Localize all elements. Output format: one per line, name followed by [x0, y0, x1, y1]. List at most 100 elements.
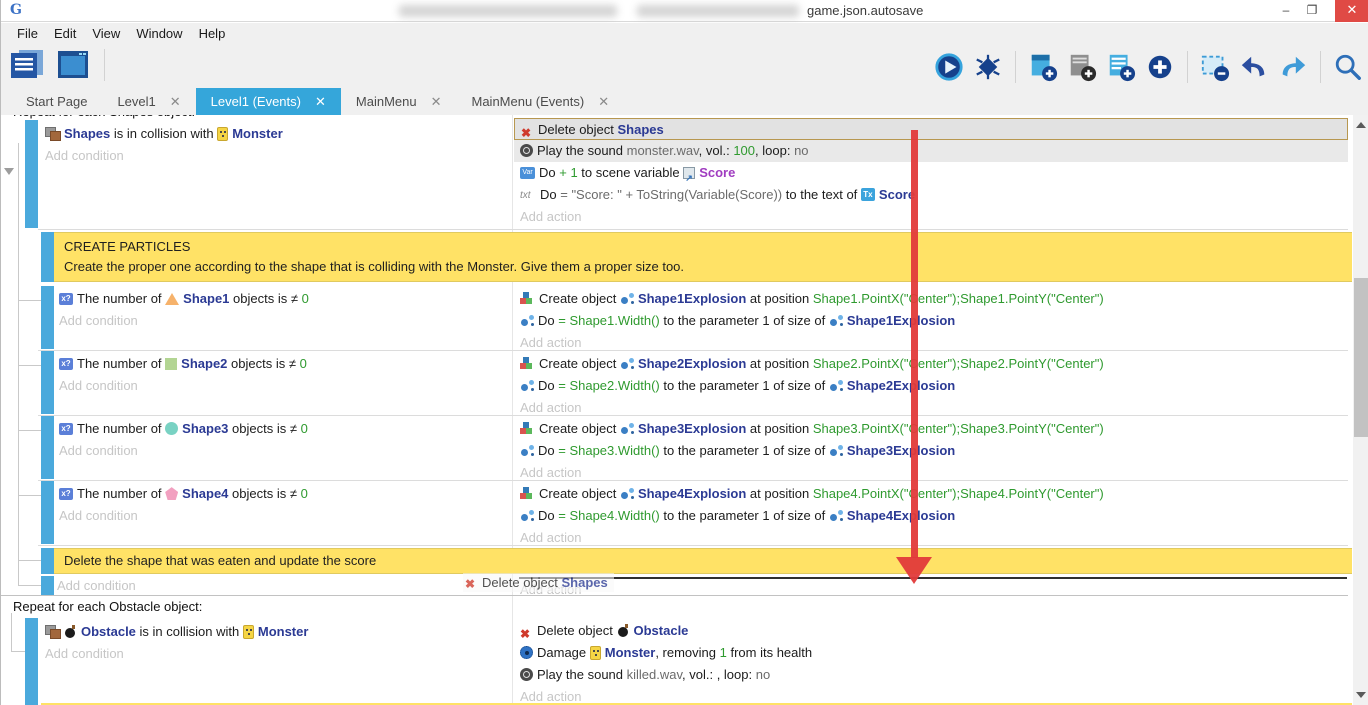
- collapse-arrow-icon[interactable]: [4, 168, 14, 175]
- search-button[interactable]: [1333, 52, 1363, 82]
- action-size-shape4explosion[interactable]: Do = Shape4.Width() to the parameter 1 o…: [520, 505, 955, 527]
- scroll-up-icon[interactable]: [1356, 122, 1366, 128]
- maximize-button[interactable]: ❐: [1299, 0, 1325, 22]
- row-separator: [38, 350, 1348, 351]
- particle-icon: [520, 314, 534, 327]
- add-condition[interactable]: Add condition: [45, 643, 124, 665]
- repeat-obstacle-label[interactable]: Repeat for each Obstacle object:: [13, 598, 202, 615]
- condition-obstacle-collision[interactable]: Obstacle is in collision with Monster: [45, 621, 308, 643]
- scrollbar-thumb[interactable]: [1354, 278, 1368, 437]
- add-subevent-button[interactable]: [1106, 52, 1136, 82]
- event-handle-bar[interactable]: [41, 548, 54, 574]
- tab-mainmenu-events[interactable]: MainMenu (Events) ✕: [457, 88, 625, 115]
- text-segment: Do: [538, 508, 558, 523]
- text-segment: Shape2Explosion: [847, 378, 955, 393]
- action-damage-monster[interactable]: Damage Monster, removing 1 from its heal…: [520, 642, 812, 664]
- event-handle-bar[interactable]: [41, 286, 54, 349]
- action-size-shape1explosion[interactable]: Do = Shape1.Width() to the parameter 1 o…: [520, 310, 955, 332]
- condition-shape2-count[interactable]: The number of Shape2 objects is ≠ 0: [59, 353, 307, 375]
- vertical-scrollbar[interactable]: [1353, 115, 1368, 705]
- debugger-bug-icon: [973, 52, 1003, 82]
- event-handle-bar[interactable]: [25, 618, 38, 705]
- action-size-shape2explosion[interactable]: Do = Shape2.Width() to the parameter 1 o…: [520, 375, 955, 397]
- tab-mainmenu[interactable]: MainMenu ✕: [341, 88, 457, 115]
- condition-shape1-count[interactable]: The number of Shape1 objects is ≠ 0: [59, 288, 309, 310]
- menu-help[interactable]: Help: [191, 26, 234, 41]
- comment-title: CREATE PARTICLES: [64, 237, 1352, 257]
- menu-view[interactable]: View: [84, 26, 128, 41]
- text-segment: Shape1Explosion: [638, 291, 746, 306]
- add-condition[interactable]: Add condition: [59, 310, 138, 332]
- event-handle-bar[interactable]: [41, 232, 54, 282]
- close-tab-icon[interactable]: ✕: [598, 94, 609, 110]
- close-button[interactable]: ✕: [1335, 0, 1368, 22]
- action-play-sound-monster[interactable]: Play the sound monster.wav, vol.: 100, l…: [514, 140, 1348, 162]
- action-delete-shapes[interactable]: Delete object Shapes: [514, 118, 1348, 140]
- delete-selection-button[interactable]: [1200, 52, 1230, 82]
- redo-button[interactable]: [1278, 52, 1308, 82]
- menu-file[interactable]: File: [9, 26, 46, 41]
- repeat-shapes-label: Repeat for each Shapes object:: [13, 115, 195, 120]
- add-condition[interactable]: Add condition: [59, 440, 138, 462]
- title-bar[interactable]: G game.json.autosave – ❐ ✕: [1, 0, 1368, 22]
- toolbar-separator: [1015, 51, 1016, 83]
- scroll-down-icon[interactable]: [1356, 692, 1366, 698]
- action-increment-score[interactable]: Do + 1 to scene variable Score: [514, 162, 1348, 184]
- project-manager-button[interactable]: [9, 47, 45, 83]
- action-create-shape2explosion[interactable]: Create object Shape2Explosion at positio…: [520, 353, 1104, 375]
- text-segment: Play the sound: [537, 143, 627, 158]
- action-create-shape3explosion[interactable]: Create object Shape3Explosion at positio…: [520, 418, 1104, 440]
- events-sheet: Repeat for each Shapes object: Shapes is…: [1, 115, 1353, 705]
- action-create-shape4explosion[interactable]: Create object Shape4Explosion at positio…: [520, 483, 1104, 505]
- add-other-button[interactable]: [1145, 52, 1175, 82]
- comment-delete-shape[interactable]: Delete the shape that was eaten and upda…: [54, 548, 1352, 574]
- text-segment: , loop:: [755, 143, 794, 158]
- sound-icon: [520, 668, 533, 681]
- menu-edit[interactable]: Edit: [46, 26, 84, 41]
- text-segment: to scene variable: [578, 165, 684, 180]
- add-condition[interactable]: Add condition: [59, 505, 138, 527]
- condition-shape3-count[interactable]: The number of Shape3 objects is ≠ 0: [59, 418, 308, 440]
- event-handle-bar[interactable]: [41, 576, 54, 595]
- add-event-button[interactable]: [1028, 52, 1058, 82]
- text-segment: Shape3: [182, 421, 228, 436]
- tab-start-page[interactable]: Start Page: [11, 88, 102, 115]
- minimize-button[interactable]: –: [1273, 0, 1299, 22]
- event-handle-bar[interactable]: [41, 416, 54, 479]
- text-segment: Shape1: [183, 291, 229, 306]
- text-segment: Shape3.PointX("Center");Shape3.PointY("C…: [813, 421, 1104, 436]
- debugger-button[interactable]: [973, 52, 1003, 82]
- action-size-shape3explosion[interactable]: Do = Shape3.Width() to the parameter 1 o…: [520, 440, 955, 462]
- tab-level1-events[interactable]: Level1 (Events) ✕: [196, 88, 341, 115]
- event-handle-bar[interactable]: [41, 351, 54, 414]
- menu-window[interactable]: Window: [128, 26, 190, 41]
- text-segment: Do: [538, 443, 558, 458]
- add-comment-button[interactable]: [1067, 52, 1097, 82]
- condition-shape4-count[interactable]: The number of Shape4 objects is ≠ 0: [59, 483, 308, 505]
- close-tab-icon[interactable]: ✕: [170, 94, 181, 110]
- action-delete-obstacle[interactable]: Delete object Obstacle: [520, 620, 688, 642]
- action-play-sound-killed[interactable]: Play the sound killed.wav, vol.: , loop:…: [520, 664, 770, 686]
- tab-level1[interactable]: Level1 ✕: [102, 88, 195, 115]
- text-segment: Shape3Explosion: [638, 421, 746, 436]
- event-handle-bar[interactable]: [41, 481, 54, 544]
- monster-icon: [590, 646, 601, 660]
- particle-icon: [620, 292, 634, 305]
- condition-shapes-collision[interactable]: Shapes is in collision with Monster: [45, 123, 283, 145]
- undo-button[interactable]: [1239, 52, 1269, 82]
- comment-create-particles[interactable]: CREATE PARTICLES Create the proper one a…: [54, 232, 1352, 282]
- scene-editor-button[interactable]: [55, 47, 91, 83]
- add-condition[interactable]: Add condition: [57, 576, 136, 595]
- close-tab-icon[interactable]: ✕: [315, 94, 326, 110]
- preview-play-button[interactable]: [934, 52, 964, 82]
- text-segment: at position: [746, 421, 813, 436]
- event-handle-bar[interactable]: [25, 120, 38, 228]
- action-create-shape1explosion[interactable]: Create object Shape1Explosion at positio…: [520, 288, 1104, 310]
- particle-icon: [620, 487, 634, 500]
- action-set-score-text[interactable]: Do = "Score: " + ToString(Variable(Score…: [514, 184, 1348, 206]
- close-tab-icon[interactable]: ✕: [431, 94, 442, 110]
- add-condition[interactable]: Add condition: [45, 145, 124, 167]
- add-subevent-icon: [1106, 52, 1136, 82]
- add-condition[interactable]: Add condition: [59, 375, 138, 397]
- add-action[interactable]: Add action: [514, 206, 1348, 228]
